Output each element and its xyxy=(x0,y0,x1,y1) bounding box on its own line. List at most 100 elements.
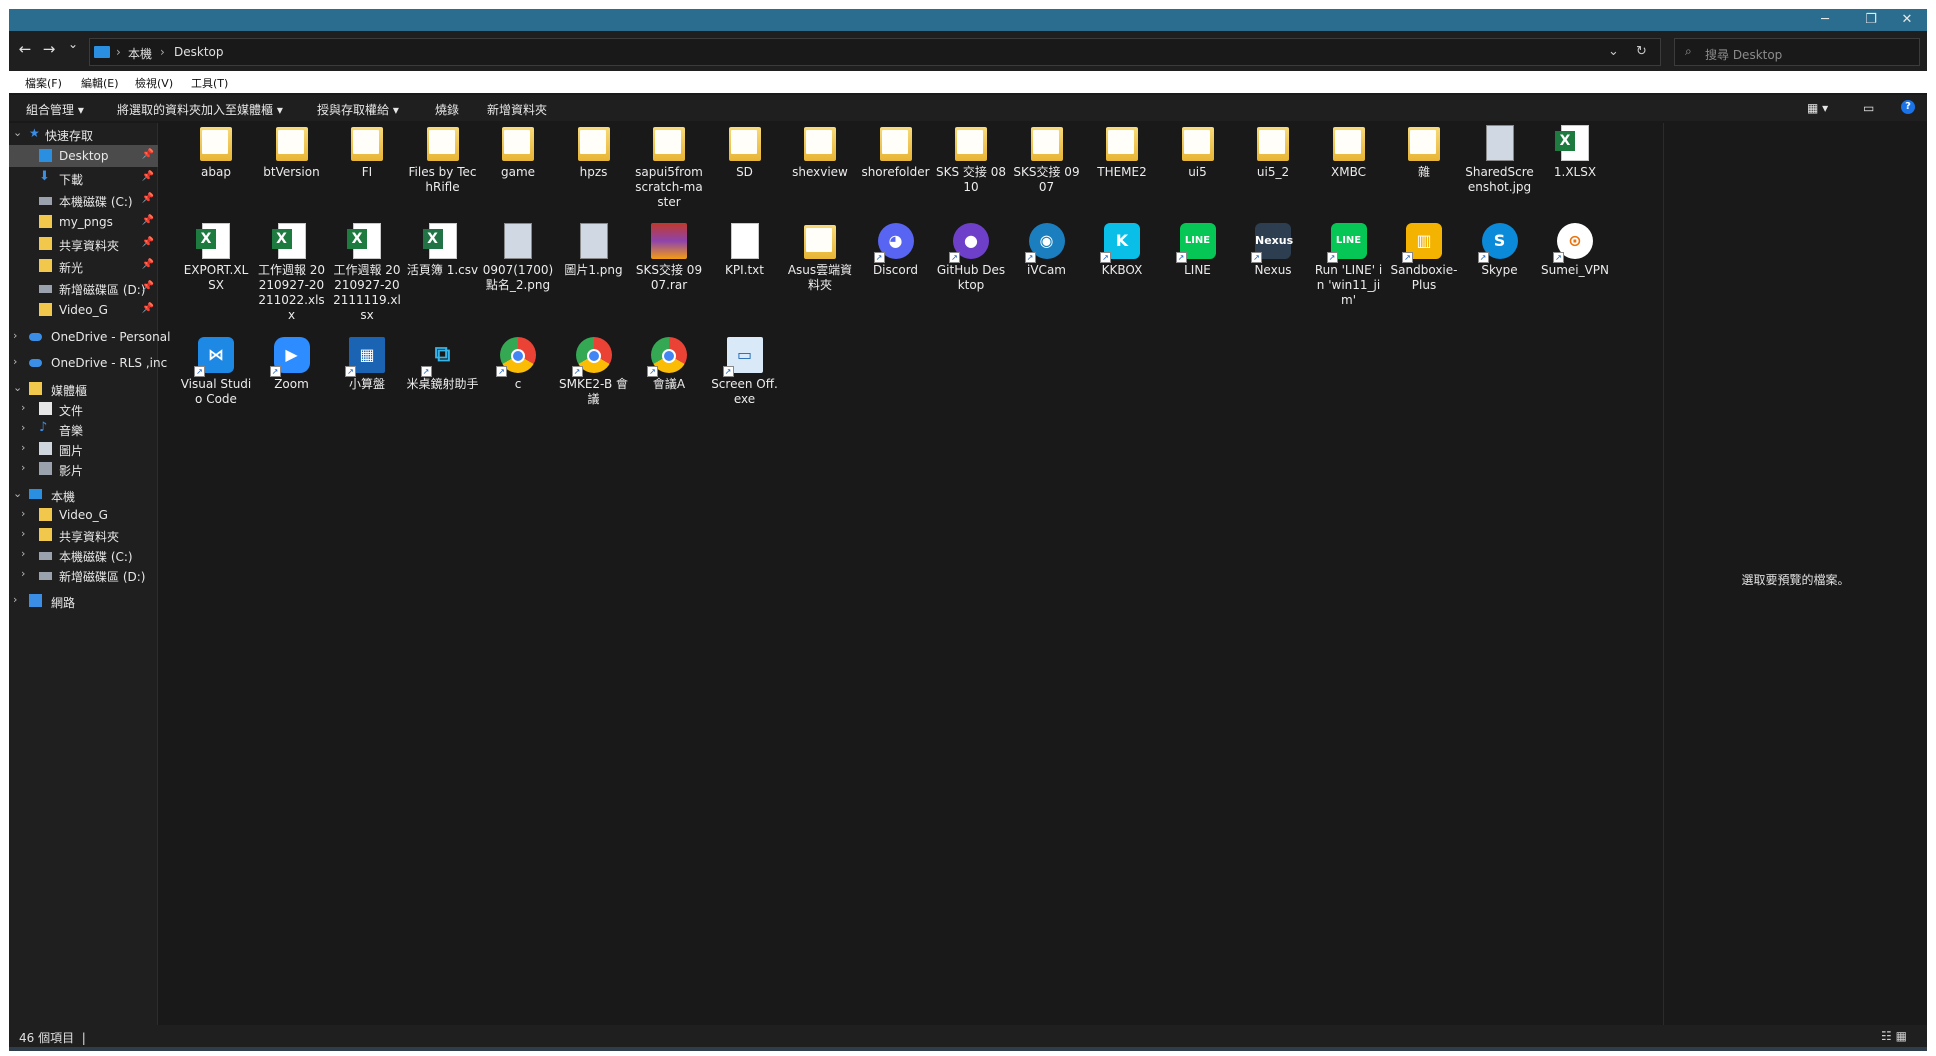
chevron-right-icon[interactable]: › xyxy=(21,547,25,560)
file-item[interactable]: 圖片1.png xyxy=(558,221,630,321)
chevron-right-icon[interactable]: › xyxy=(21,461,25,474)
file-item[interactable]: shorefolder xyxy=(860,123,932,223)
nav-library-pictures[interactable]: › 圖片 xyxy=(9,438,158,460)
close-button[interactable]: ✕ xyxy=(1884,9,1927,31)
file-item[interactable]: Files by TechRifle xyxy=(407,123,479,223)
file-item[interactable]: sapui5fromscratch-master xyxy=(633,123,705,223)
nav-pc-video-g[interactable]: › Video_G xyxy=(9,504,158,526)
nav-quick-my-pngs[interactable]: my_pngs 📌 xyxy=(9,211,158,233)
nav-quick-drive-c[interactable]: 本機磁碟 (C:) 📌 xyxy=(9,189,158,211)
file-item[interactable]: ui5 xyxy=(1162,123,1234,223)
file-item[interactable]: 雜 xyxy=(1388,123,1460,223)
nav-pc-drive-c[interactable]: › 本機磁碟 (C:) xyxy=(9,544,158,566)
nav-quick-downloads[interactable]: ⬇ 下載 📌 xyxy=(9,167,158,189)
file-item[interactable]: 0907(1700)點名_2.png xyxy=(482,221,554,321)
file-item[interactable]: ⋈ ↗ Visual Studio Code xyxy=(180,335,252,435)
share-with-button[interactable]: 授與存取權給 ▾ xyxy=(317,101,399,118)
chevron-down-icon[interactable]: ⌄ xyxy=(13,126,22,139)
file-item[interactable]: ui5_2 xyxy=(1237,123,1309,223)
nav-quick-xinguang[interactable]: 新光 📌 xyxy=(9,255,158,277)
file-item[interactable]: SharedScreenshot.jpg xyxy=(1464,123,1536,223)
file-item[interactable]: ↗ SMKE2-B 會議 xyxy=(558,335,630,435)
file-item[interactable]: ▶ ↗ Zoom xyxy=(256,335,328,435)
nav-libraries[interactable]: ⌄ 媒體櫃 xyxy=(9,378,158,400)
refresh-icon[interactable]: ↻ xyxy=(1636,44,1647,59)
file-item[interactable]: X EXPORT.XLSX xyxy=(180,221,252,321)
nav-pc-shared-folder[interactable]: › 共享資料夾 xyxy=(9,524,158,546)
file-item[interactable]: LINE ↗ LINE xyxy=(1162,221,1234,321)
chevron-right-icon[interactable]: › xyxy=(21,401,25,414)
file-item[interactable]: ↗ c xyxy=(482,335,554,435)
file-item[interactable]: ◕ ↗ Discord xyxy=(860,221,932,321)
file-item[interactable]: ▦ ↗ 小算盤 xyxy=(331,335,403,435)
nav-quick-drive-d[interactable]: 新增磁碟區 (D:) 📌 xyxy=(9,277,158,299)
nav-quick-shared-folder[interactable]: 共享資料夾 📌 xyxy=(9,233,158,255)
file-item[interactable]: KPI.txt xyxy=(709,221,781,321)
nav-onedrive-rls[interactable]: › OneDrive - RLS ,inc xyxy=(9,352,167,374)
chevron-right-icon[interactable]: › xyxy=(13,329,17,342)
back-button[interactable]: ← xyxy=(15,40,35,58)
file-item[interactable]: SKS交接 0907.rar xyxy=(633,221,705,321)
menu-view[interactable]: 檢視(V) xyxy=(135,75,173,91)
file-item[interactable]: X 1.XLSX xyxy=(1539,123,1611,223)
view-toggle-icon[interactable]: ☷ ▦ xyxy=(1881,1029,1907,1043)
menu-tools[interactable]: 工具(T) xyxy=(191,75,228,91)
nav-onedrive-personal[interactable]: › OneDrive - Personal xyxy=(9,326,170,348)
file-item[interactable]: ↗ 會議A xyxy=(633,335,705,435)
address-dropdown-icon[interactable]: ⌄ xyxy=(1608,44,1619,59)
chevron-right-icon[interactable]: › xyxy=(13,593,17,606)
chevron-right-icon[interactable]: › xyxy=(21,507,25,520)
file-item[interactable]: Nexus ↗ Nexus xyxy=(1237,221,1309,321)
preview-pane-icon[interactable]: ▭ xyxy=(1863,101,1874,115)
nav-network[interactable]: › 網路 xyxy=(9,590,158,612)
breadcrumb-desktop[interactable]: Desktop xyxy=(174,45,224,59)
chevron-right-icon[interactable]: › xyxy=(21,441,25,454)
help-icon[interactable]: ? xyxy=(1901,100,1915,114)
file-item[interactable]: K ↗ KKBOX xyxy=(1086,221,1158,321)
file-item[interactable]: FI xyxy=(331,123,403,223)
file-item[interactable]: THEME2 xyxy=(1086,123,1158,223)
file-item[interactable]: ● ↗ GitHub Desktop xyxy=(935,221,1007,321)
file-item[interactable]: game xyxy=(482,123,554,223)
file-item[interactable]: ▥ ↗ Sandboxie-Plus xyxy=(1388,221,1460,321)
nav-library-music[interactable]: › ♪ 音樂 xyxy=(9,418,158,440)
chevron-right-icon[interactable]: › xyxy=(21,527,25,540)
burn-button[interactable]: 燒錄 xyxy=(435,101,459,118)
address-bar[interactable]: › 本機 › Desktop ⌄ ↻ xyxy=(89,38,1661,66)
organize-button[interactable]: 組合管理 ▾ xyxy=(26,101,84,118)
nav-quick-access[interactable]: ⌄ ★ 快速存取 xyxy=(9,123,158,145)
menu-edit[interactable]: 編輯(E) xyxy=(81,75,119,91)
file-item[interactable]: ⧉ ↗ 米桌鏡射助手 xyxy=(407,335,479,435)
nav-this-pc[interactable]: ⌄ 本機 xyxy=(9,484,158,506)
file-item[interactable]: shexview xyxy=(784,123,856,223)
chevron-right-icon[interactable]: › xyxy=(21,421,25,434)
nav-quick-desktop[interactable]: Desktop 📌 xyxy=(9,145,158,167)
nav-library-videos[interactable]: › 影片 xyxy=(9,458,158,480)
chevron-right-icon[interactable]: › xyxy=(21,567,25,580)
file-item[interactable]: S ↗ Skype xyxy=(1464,221,1536,321)
file-item[interactable]: ◉ ↗ iVCam xyxy=(1011,221,1083,321)
menu-file[interactable]: 檔案(F) xyxy=(25,75,62,91)
file-item[interactable]: abap xyxy=(180,123,252,223)
file-item[interactable]: X 活頁簿 1.csv xyxy=(407,221,479,321)
file-item[interactable]: hpzs xyxy=(558,123,630,223)
file-item[interactable]: ⊙ ↗ Sumei_VPN xyxy=(1539,221,1611,321)
change-view-icon[interactable]: ▦ ▾ xyxy=(1807,101,1828,115)
nav-library-documents[interactable]: › 文件 xyxy=(9,398,158,420)
minimize-button[interactable]: ─ xyxy=(1802,9,1848,31)
chevron-down-icon[interactable]: ⌄ xyxy=(13,487,22,500)
file-item[interactable]: X 工作週報 20210927-20211022.xlsx xyxy=(256,221,328,322)
chevron-right-icon[interactable]: › xyxy=(13,355,17,368)
nav-pc-drive-d[interactable]: › 新增磁碟區 (D:) xyxy=(9,564,158,586)
forward-button[interactable]: → xyxy=(39,40,59,58)
include-in-library-button[interactable]: 將選取的資料夾加入至媒體櫃 ▾ xyxy=(117,101,283,118)
file-item[interactable]: SKS 交接 0810 xyxy=(935,123,1007,223)
file-item[interactable]: X 工作週報 20210927-202111119.xlsx xyxy=(331,221,403,322)
file-item[interactable]: btVersion xyxy=(256,123,328,223)
file-item[interactable]: Asus雲端資料夾 xyxy=(784,221,856,321)
search-input[interactable]: ⌕ 搜尋 Desktop xyxy=(1674,38,1920,66)
file-item[interactable]: ▭ ↗ Screen Off.exe xyxy=(709,335,781,435)
breadcrumb-this-pc[interactable]: 本機 xyxy=(128,45,152,62)
recent-locations-button[interactable]: ⌄ xyxy=(63,37,83,51)
chevron-down-icon[interactable]: ⌄ xyxy=(13,381,22,394)
